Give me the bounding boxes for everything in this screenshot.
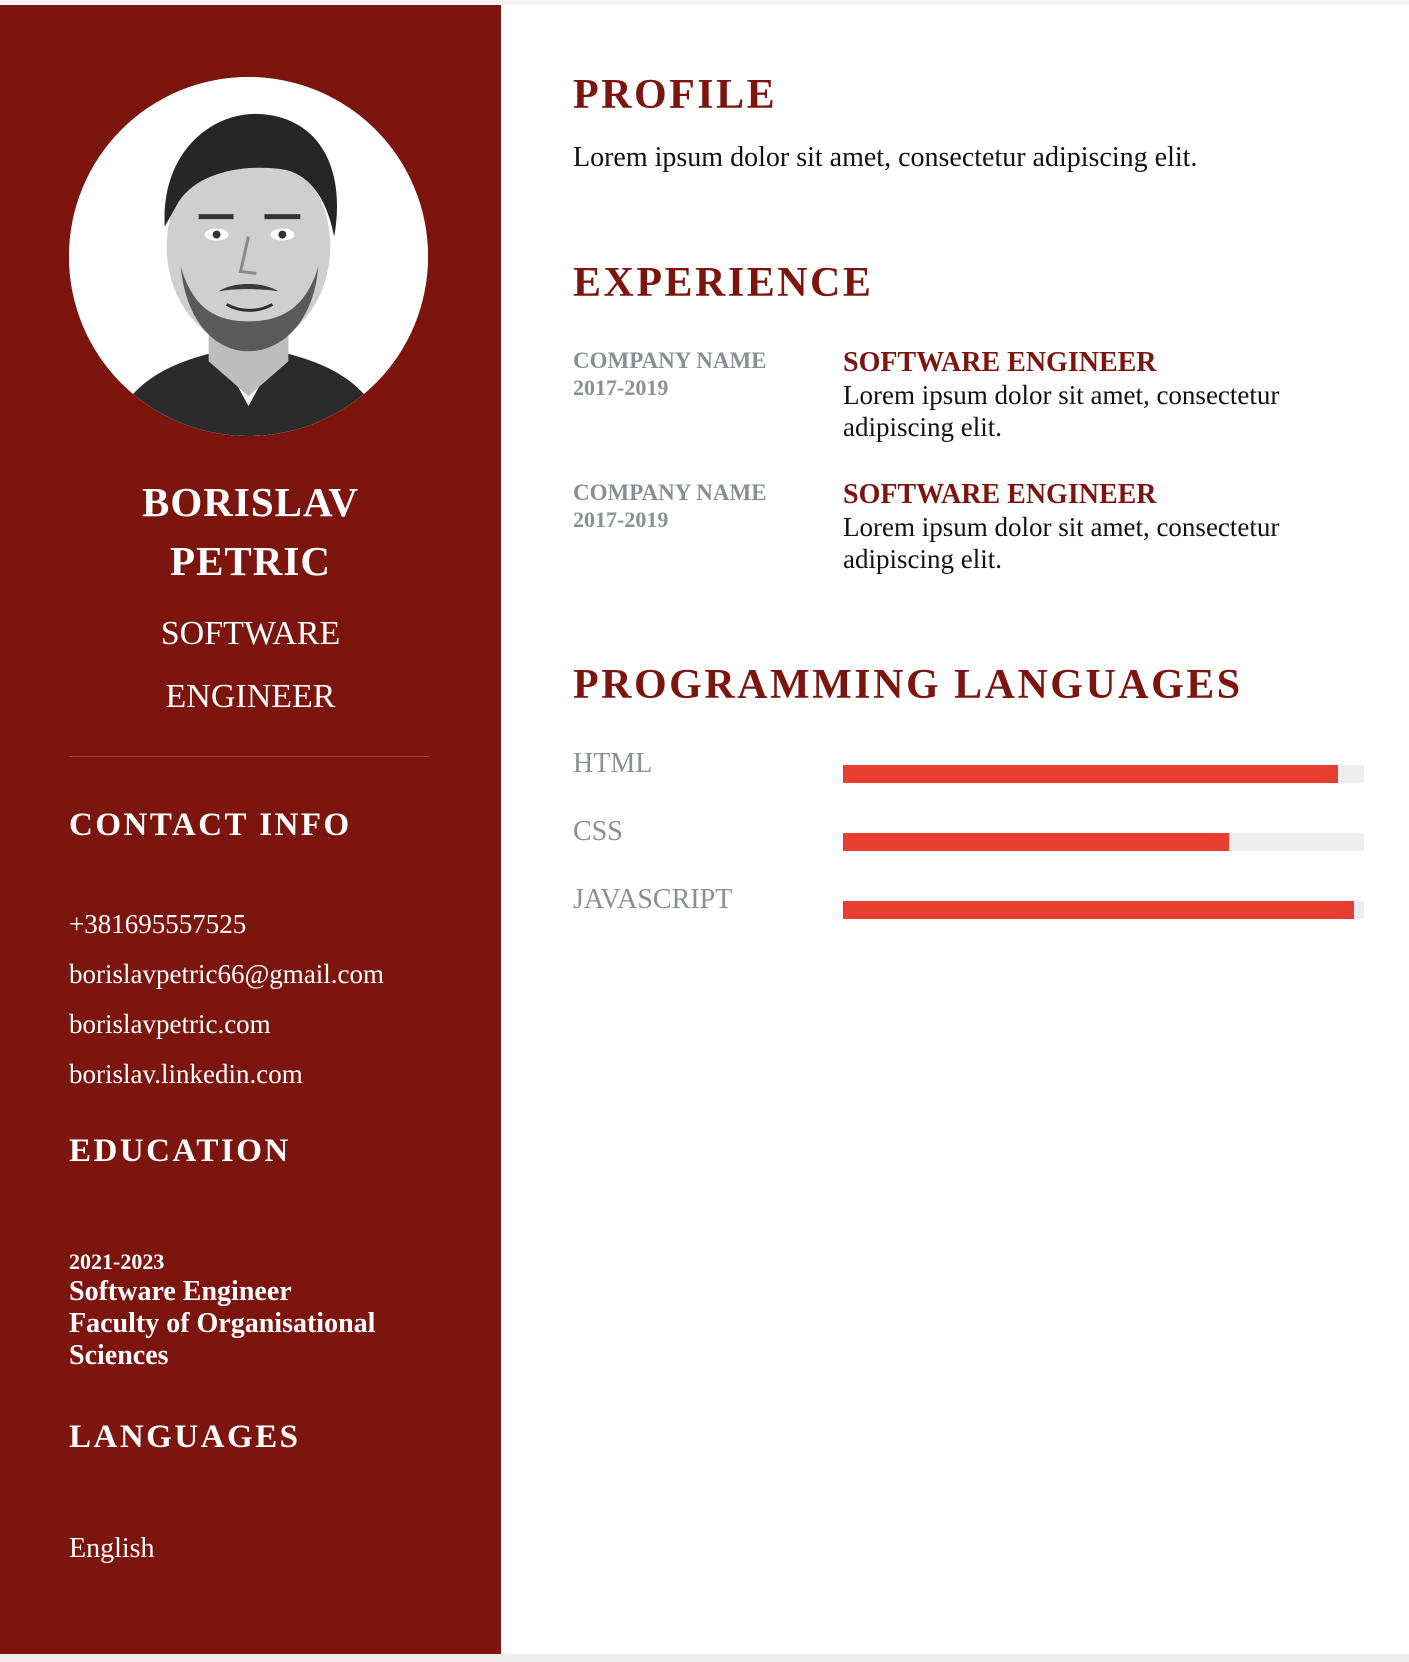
person-name: BORISLAV PETRIC xyxy=(0,473,501,591)
experience-description: Lorem ipsum dolor sit amet, consectetur xyxy=(843,380,1280,410)
experience-description: adipiscing elit. xyxy=(843,544,1002,574)
experience-role: SOFTWARE ENGINEER xyxy=(843,479,1157,510)
linkedin-link[interactable]: borislav.linkedin.com xyxy=(69,1049,384,1099)
education-entry: 2021-2023 Software Engineer Faculty of O… xyxy=(69,1248,375,1372)
last-name: PETRIC xyxy=(170,538,331,584)
job-title-line: ENGINEER xyxy=(165,678,336,715)
job-title-line: SOFTWARE xyxy=(160,615,341,652)
experience-meta: COMPANY NAME 2017-2019 xyxy=(573,347,767,401)
phone-number[interactable]: +381695557525 xyxy=(69,899,384,949)
resume-page: BORISLAV PETRIC SOFTWARE ENGINEER CONTAC… xyxy=(0,0,1409,1662)
experience-years: 2017-2019 xyxy=(573,375,669,400)
experience-description: Lorem ipsum dolor sit amet, consectetur xyxy=(843,512,1280,542)
skill-row: CSS xyxy=(573,812,1373,852)
skill-name: JAVASCRIPT xyxy=(573,884,733,915)
bottom-border xyxy=(0,1654,1409,1662)
education-degree: Software Engineer xyxy=(69,1276,292,1307)
education-heading: EDUCATION xyxy=(69,1133,291,1169)
experience-role: SOFTWARE ENGINEER xyxy=(843,347,1157,378)
experience-item: COMPANY NAME 2017-2019 SOFTWARE ENGINEER… xyxy=(573,347,1373,447)
experience-details: SOFTWARE ENGINEER Lorem ipsum dolor sit … xyxy=(843,347,1373,443)
language-item: English xyxy=(69,1533,155,1564)
email-address[interactable]: borislavpetric66@gmail.com xyxy=(69,949,384,999)
experience-years: 2017-2019 xyxy=(573,507,669,532)
skill-bar-fill xyxy=(843,901,1354,919)
skill-bar-track xyxy=(843,833,1364,851)
languages-list: English xyxy=(69,1531,155,1567)
skill-row: JAVASCRIPT xyxy=(573,880,1373,920)
experience-item: COMPANY NAME 2017-2019 SOFTWARE ENGINEER… xyxy=(573,479,1373,579)
website-link[interactable]: borislavpetric.com xyxy=(69,999,384,1049)
sidebar-divider xyxy=(69,756,429,757)
skill-bar-track xyxy=(843,765,1364,783)
education-institution: Faculty of Organisational xyxy=(69,1308,376,1339)
education-years: 2021-2023 xyxy=(69,1249,165,1274)
profile-text: Lorem ipsum dolor sit amet, consectetur … xyxy=(573,142,1198,173)
sidebar: BORISLAV PETRIC SOFTWARE ENGINEER CONTAC… xyxy=(0,5,501,1654)
contact-list: +381695557525 borislavpetric66@gmail.com… xyxy=(69,899,384,1099)
programming-heading: PROGRAMMING LANGUAGES xyxy=(573,662,1243,708)
skill-name: CSS xyxy=(573,816,623,847)
skill-name: HTML xyxy=(573,748,653,779)
skill-bar-fill xyxy=(843,765,1338,783)
profile-heading: PROFILE xyxy=(573,72,778,118)
experience-description: adipiscing elit. xyxy=(843,412,1002,442)
company-name: COMPANY NAME xyxy=(573,348,767,373)
contact-heading: CONTACT INFO xyxy=(69,807,352,843)
skill-row: HTML xyxy=(573,744,1373,784)
profile-photo xyxy=(69,77,428,436)
experience-meta: COMPANY NAME 2017-2019 xyxy=(573,479,767,533)
company-name: COMPANY NAME xyxy=(573,480,767,505)
experience-details: SOFTWARE ENGINEER Lorem ipsum dolor sit … xyxy=(843,479,1373,575)
first-name: BORISLAV xyxy=(142,479,359,525)
skill-bar-track xyxy=(843,901,1364,919)
experience-heading: EXPERIENCE xyxy=(573,260,874,306)
education-institution: Sciences xyxy=(69,1340,169,1371)
skill-bar-fill xyxy=(843,833,1229,851)
job-title: SOFTWARE ENGINEER xyxy=(0,602,501,728)
languages-heading: LANGUAGES xyxy=(69,1419,301,1455)
portrait-image xyxy=(69,77,428,436)
